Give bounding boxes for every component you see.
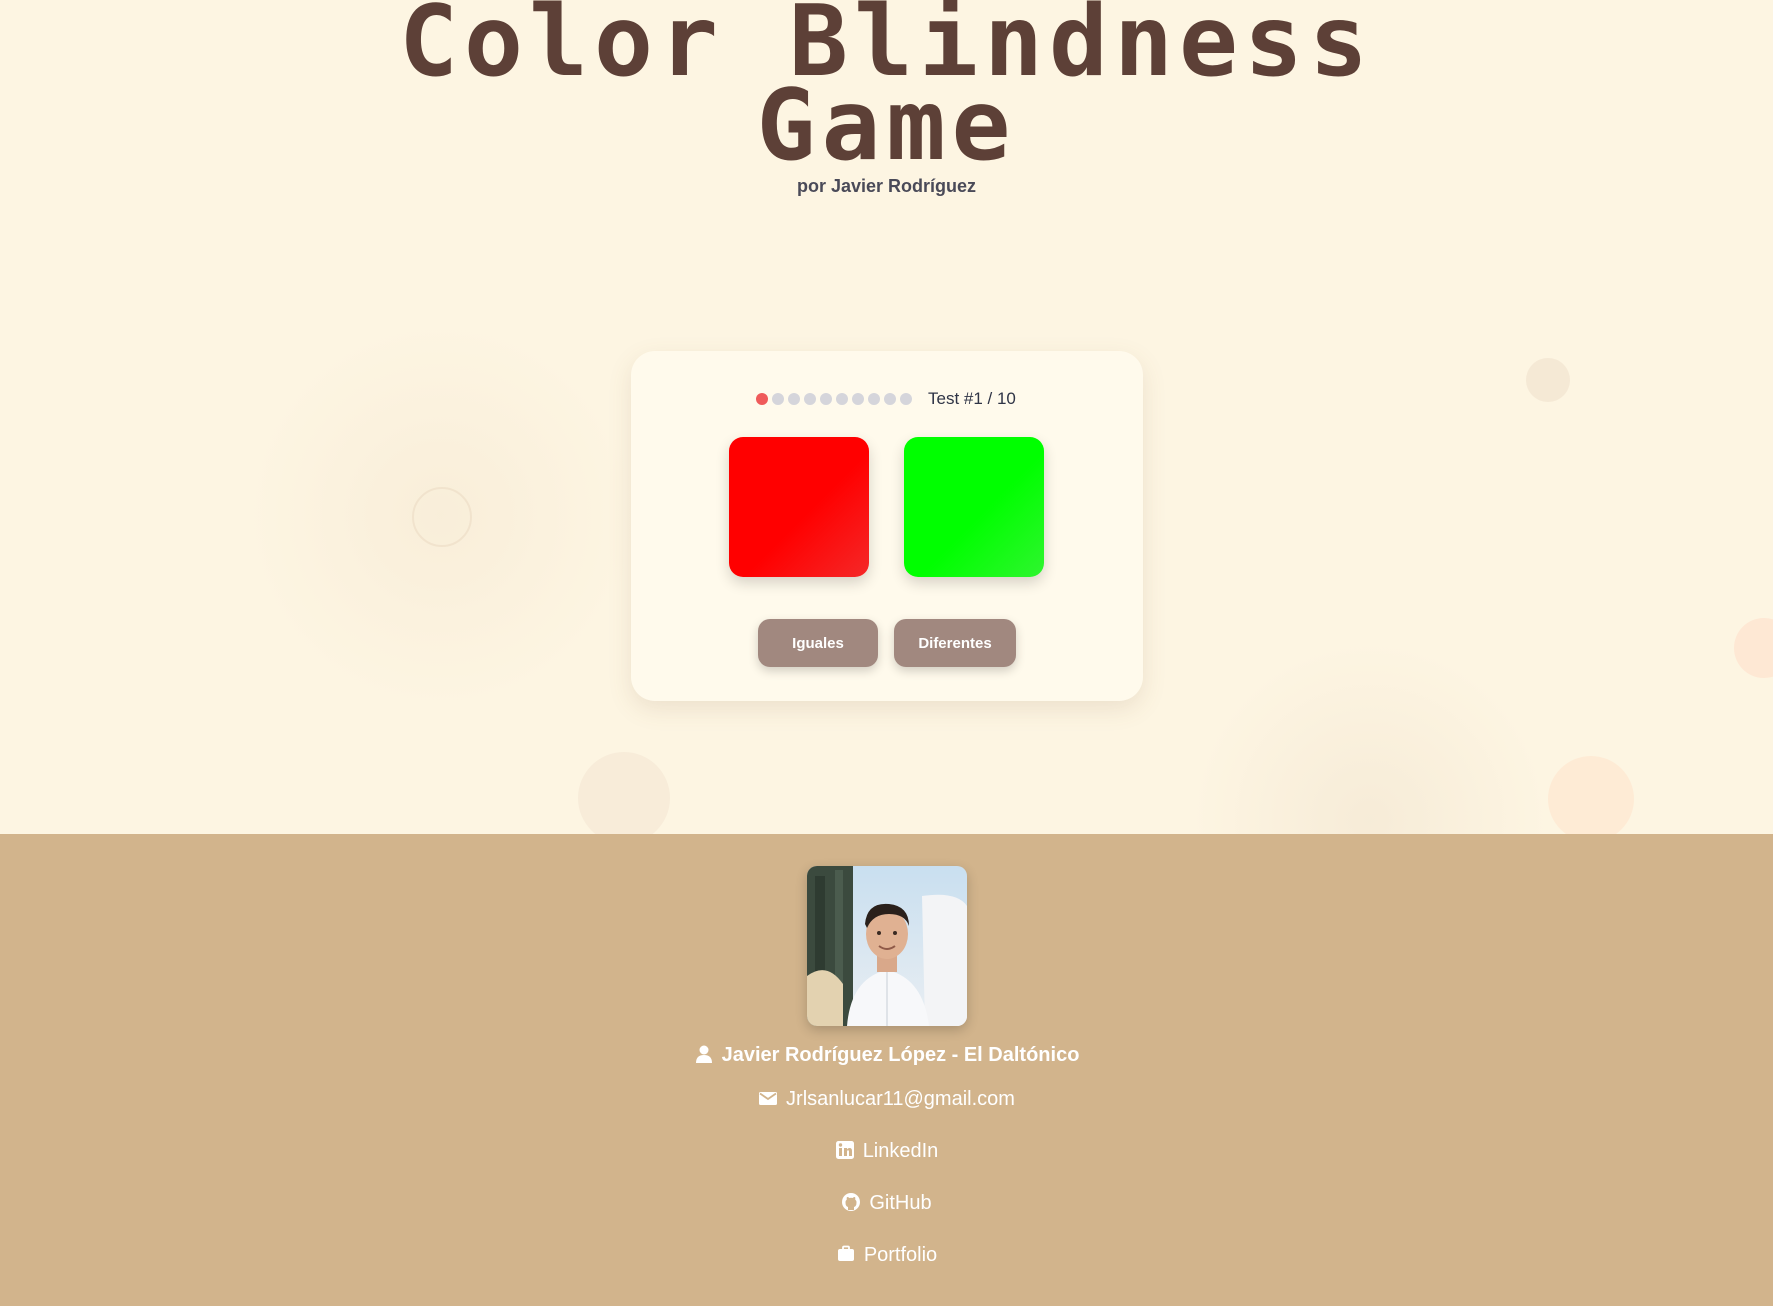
avatar	[807, 866, 967, 1026]
page-title: Color Blindness Game	[0, 0, 1773, 175]
progress-label: Test #1 / 10	[928, 389, 1016, 408]
background-circle	[1734, 618, 1773, 678]
progress-dot	[852, 393, 864, 405]
background-circle	[1548, 756, 1634, 834]
progress-dot	[868, 393, 880, 405]
progress-dot	[820, 393, 832, 405]
portfolio-link[interactable]: Portfolio	[864, 1244, 937, 1266]
email-link[interactable]: Jrlsanlucar11@gmail.com	[786, 1088, 1015, 1110]
linkedin-link[interactable]: LinkedIn	[863, 1140, 939, 1162]
progress-dot	[884, 393, 896, 405]
test-progress: Test #1 / 10	[756, 386, 1016, 412]
color-swatch-left	[729, 437, 869, 577]
author-name: Javier Rodríguez López - El Daltónico	[721, 1044, 1080, 1066]
progress-dot	[836, 393, 848, 405]
background-circle	[578, 752, 670, 834]
briefcase-icon	[837, 1245, 854, 1261]
title-line-2: Game	[756, 69, 1017, 183]
different-button[interactable]: Diferentes	[894, 619, 1016, 667]
progress-dot	[756, 393, 768, 405]
progress-dot	[772, 393, 784, 405]
user-icon	[695, 1045, 712, 1063]
color-swatch-right	[904, 437, 1044, 577]
footer-portfolio: Portfolio	[0, 1244, 1773, 1267]
github-icon	[842, 1193, 861, 1211]
progress-dot	[804, 393, 816, 405]
background-circle	[1190, 640, 1550, 834]
linkedin-icon	[835, 1141, 854, 1159]
footer-linkedin: LinkedIn	[0, 1140, 1773, 1163]
background-circle	[412, 487, 472, 547]
progress-dots	[756, 393, 916, 405]
avatar-photo	[807, 866, 967, 1026]
background-circle	[1526, 358, 1570, 402]
footer-author: Javier Rodríguez López - El Daltónico	[0, 1044, 1773, 1067]
footer-github: GitHub	[0, 1192, 1773, 1215]
mail-icon	[759, 1092, 778, 1105]
author-subtitle: por Javier Rodríguez	[796, 176, 977, 196]
progress-dot	[788, 393, 800, 405]
github-link[interactable]: GitHub	[869, 1192, 931, 1214]
hero-section: Color Blindness Game por Javier Rodrígue…	[0, 0, 1773, 834]
progress-dot	[900, 393, 912, 405]
game-card: Test #1 / 10 Iguales Diferentes	[631, 351, 1143, 701]
footer-email: Jrlsanlucar11@gmail.com	[0, 1088, 1773, 1111]
same-button[interactable]: Iguales	[758, 619, 878, 667]
footer: Javier Rodríguez López - El Daltónico Jr…	[0, 834, 1773, 1306]
